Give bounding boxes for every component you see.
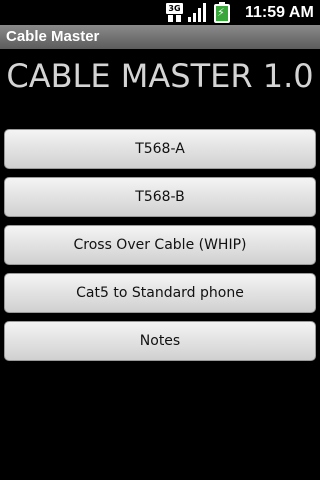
signal-strength-icon xyxy=(188,3,208,22)
data-activity-arrows xyxy=(168,14,181,23)
app-title: Cable Master xyxy=(6,28,100,45)
crossover-cable-button[interactable]: Cross Over Cable (WHIP) xyxy=(4,225,316,265)
status-icons: 3G ⚡ xyxy=(165,2,236,23)
3g-data-icon: 3G xyxy=(165,2,184,23)
network-type-label: 3G xyxy=(166,2,183,14)
page-heading: CABLE MASTER 1.0 xyxy=(6,57,314,95)
status-bar: 3G ⚡ 11:59 AM xyxy=(0,0,320,25)
status-time: 11:59 AM xyxy=(245,4,314,21)
battery-charging-icon: ⚡ xyxy=(214,2,230,23)
notes-button[interactable]: Notes xyxy=(4,321,316,361)
menu-list: T568-A T568-B Cross Over Cable (WHIP) Ca… xyxy=(4,129,316,369)
app-title-bar: Cable Master xyxy=(0,25,320,49)
t568b-button[interactable]: T568-B xyxy=(4,177,316,217)
cat5-to-phone-button[interactable]: Cat5 to Standard phone xyxy=(4,273,316,313)
app-screen: 3G ⚡ 11:59 AM Cable Master CABLE MASTER … xyxy=(0,0,320,480)
t568a-button[interactable]: T568-A xyxy=(4,129,316,169)
